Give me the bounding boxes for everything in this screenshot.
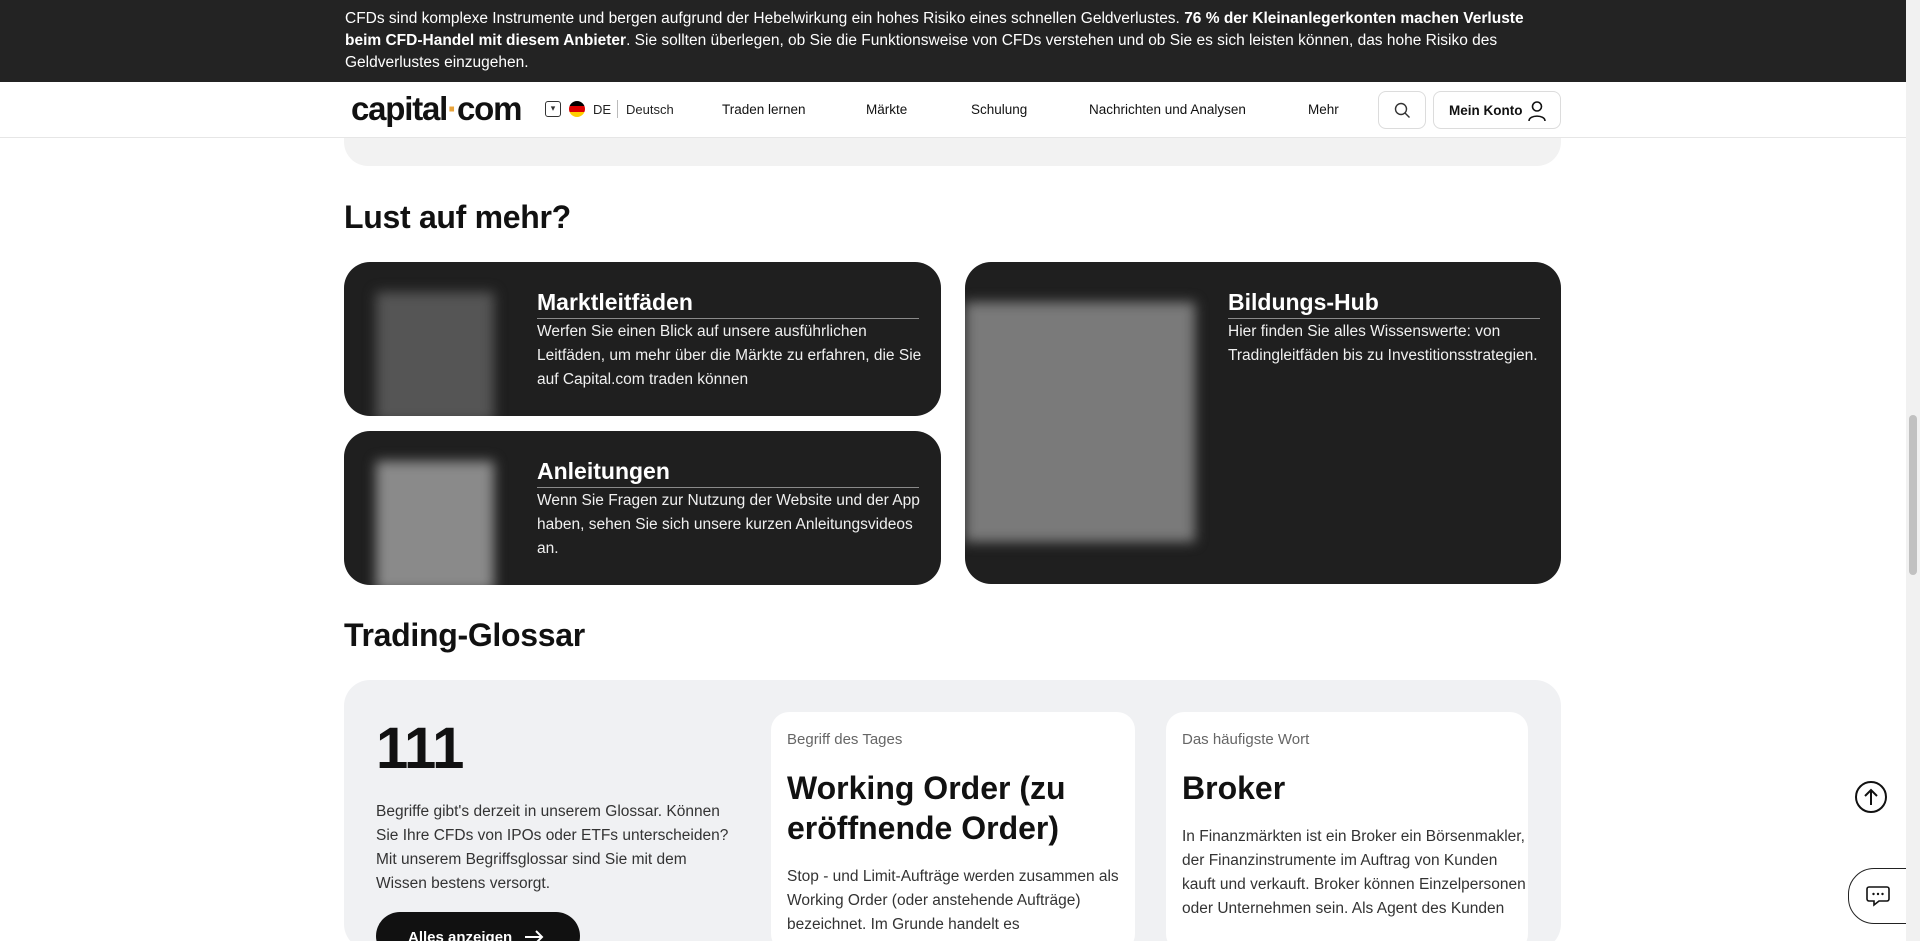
common-word-card[interactable]: Das häufigste Wort Broker In Finanzmärkt… xyxy=(1166,712,1528,941)
scrollbar-thumb[interactable] xyxy=(1909,415,1917,575)
term-of-day-title: Working Order (zu eröffnende Order) xyxy=(787,770,1066,846)
page-scrollbar[interactable] xyxy=(1906,0,1920,941)
arrow-right-icon xyxy=(525,930,544,941)
nav-nachrichten-analysen[interactable]: Nachrichten und Analysen xyxy=(1089,102,1246,117)
glossar-description: Begriffe gibt's derzeit in unserem Gloss… xyxy=(376,803,729,892)
card-marktleitfaeden[interactable]: Marktleitfäden Werfen Sie einen Blick au… xyxy=(344,262,941,416)
card-thumbnail xyxy=(376,461,494,585)
card-thumbnail xyxy=(965,302,1195,542)
term-of-day-kicker: Begriff des Tages xyxy=(787,731,903,748)
german-flag-icon xyxy=(569,101,585,117)
back-to-top-button[interactable] xyxy=(1855,781,1887,813)
language-divider xyxy=(617,100,618,118)
risk-warning-text: CFDs sind komplexe Instrumente und berge… xyxy=(345,10,1524,71)
chat-icon xyxy=(1866,886,1890,907)
more-section-title: Lust auf mehr? xyxy=(344,199,571,235)
card-title: Bildungs-Hub xyxy=(1228,289,1540,319)
card-description: Hier finden Sie alles Wissenswerte: von … xyxy=(1228,323,1538,364)
risk-warning-banner: CFDs sind komplexe Instrumente und berge… xyxy=(0,0,1920,82)
glossar-section-title: Trading-Glossar xyxy=(344,617,585,653)
card-title: Anleitungen xyxy=(537,458,919,488)
term-of-day-text: Stop - und Limit-Aufträge werden zusamme… xyxy=(787,868,1119,933)
nav-traden-lernen[interactable]: Traden lernen xyxy=(722,102,806,117)
my-account-button[interactable]: Mein Konto xyxy=(1433,91,1561,129)
chevron-down-icon[interactable]: ▾ xyxy=(545,101,561,117)
language-code[interactable]: DE xyxy=(593,102,611,117)
arrow-up-icon xyxy=(1864,788,1878,805)
common-word-kicker: Das häufigste Wort xyxy=(1182,731,1310,748)
term-of-day-card[interactable]: Begriff des Tages Working Order (zu eröf… xyxy=(771,712,1135,941)
glossar-term-count: 111 xyxy=(376,716,464,781)
card-description: Werfen Sie einen Blick auf unsere ausfüh… xyxy=(537,323,922,388)
site-header: capital·com ▾ DE Deutsch Traden lernen M… xyxy=(0,82,1906,138)
card-anleitungen[interactable]: Anleitungen Wenn Sie Fragen zur Nutzung … xyxy=(344,431,941,585)
card-description: Wenn Sie Fragen zur Nutzung der Website … xyxy=(537,492,920,557)
nav-mehr[interactable]: Mehr xyxy=(1308,102,1339,117)
search-icon xyxy=(1394,102,1410,118)
common-word-title: Broker xyxy=(1182,770,1286,806)
user-icon xyxy=(1528,101,1546,122)
card-thumbnail xyxy=(376,292,494,416)
capital-com-logo[interactable]: capital·com xyxy=(351,90,522,128)
chat-button[interactable] xyxy=(1848,868,1908,924)
nav-maerkte[interactable]: Märkte xyxy=(866,102,907,117)
show-all-button[interactable]: Alles anzeigen xyxy=(376,912,580,941)
card-bildungs-hub[interactable]: Bildungs-Hub Hier finden Sie alles Wisse… xyxy=(965,262,1561,584)
my-account-label: Mein Konto xyxy=(1449,103,1523,118)
search-button[interactable] xyxy=(1378,91,1426,129)
nav-schulung[interactable]: Schulung xyxy=(971,102,1027,117)
show-all-label: Alles anzeigen xyxy=(408,929,513,941)
card-title: Marktleitfäden xyxy=(537,289,919,319)
language-name[interactable]: Deutsch xyxy=(626,102,674,117)
common-word-text: In Finanzmärkten ist ein Broker ein Börs… xyxy=(1182,828,1526,917)
